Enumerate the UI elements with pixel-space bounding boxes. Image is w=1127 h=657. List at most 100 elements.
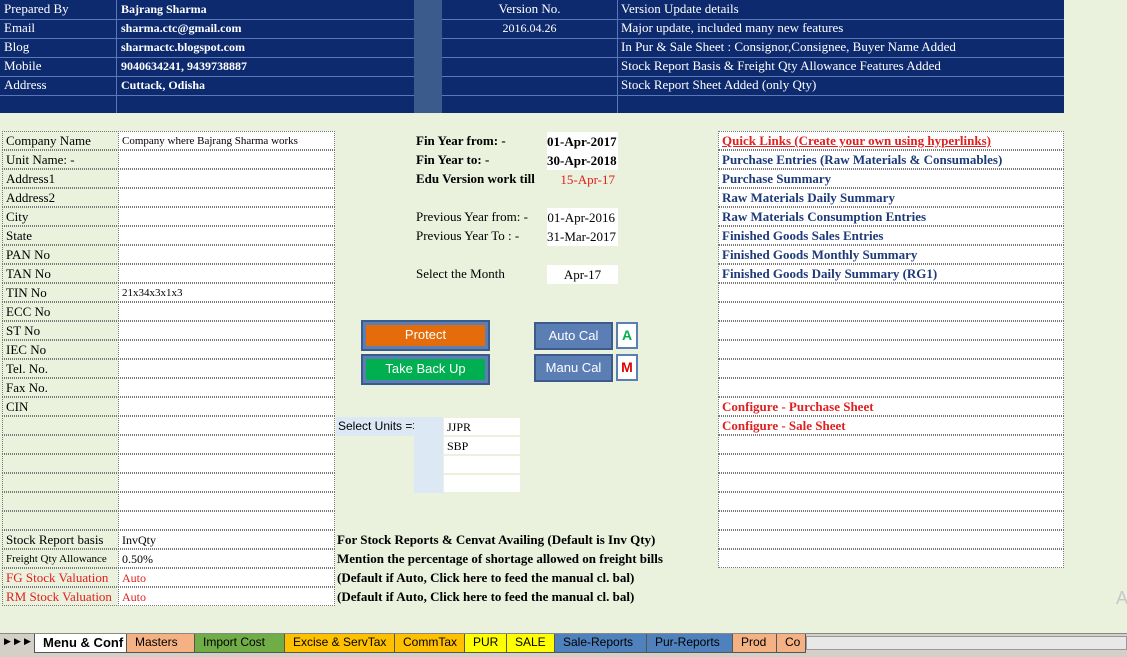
setting-note[interactable]: (Default if Auto, Click here to feed the… [337,587,634,606]
quick-link[interactable]: Raw Materials Daily Summary [718,188,1064,207]
company-field-label: ST No [2,321,119,340]
quick-link-empty[interactable] [718,511,1064,530]
auto-cal-button[interactable]: Auto Cal [534,322,613,350]
horizontal-scrollbar[interactable] [806,636,1127,650]
company-field-input[interactable] [118,397,335,416]
empty-input-cell[interactable] [118,473,335,492]
sheet-tab[interactable]: Prod [732,634,778,653]
company-field-input[interactable] [118,359,335,378]
empty-input-cell[interactable] [118,511,335,530]
header-field-value: Bajrang Sharma [121,2,207,16]
header-field-label: Blog [4,39,30,54]
setting-value[interactable]: 0.50% [118,549,335,568]
empty-label-cell [2,492,119,511]
quick-link[interactable]: Purchase Summary [718,169,1064,188]
setting-note[interactable]: (Default if Auto, Click here to feed the… [337,568,634,587]
setting-label: Stock Report basis [2,530,119,549]
sheet-tab[interactable]: Masters [126,634,196,653]
quick-link-empty[interactable] [718,340,1064,359]
company-field-label: Fax No. [2,378,119,397]
fin-year-to-value[interactable]: 30-Apr-2018 [547,151,618,170]
quick-link-empty[interactable] [718,492,1064,511]
sheet-tab[interactable]: Import Cost [194,634,286,653]
tab-menu-conf-active[interactable]: Menu & Conf [34,634,128,653]
sheet-tab[interactable]: Co [776,634,806,653]
update-line: Stock Report Sheet Added (only Qty) [621,77,817,92]
fin-year-from-value[interactable]: 01-Apr-2017 [547,132,618,151]
update-line: Major update, included many new features [621,20,844,35]
empty-label-cell [2,435,119,454]
quick-link-empty[interactable] [718,530,1064,549]
setting-value[interactable]: InvQty [118,530,335,549]
auto-indicator: A [616,322,638,349]
quick-link[interactable]: Finished Goods Monthly Summary [718,245,1064,264]
protect-button[interactable]: Protect [361,320,490,351]
quick-link-empty[interactable] [718,302,1064,321]
manu-cal-button[interactable]: Manu Cal [534,354,613,382]
company-field-input[interactable] [118,226,335,245]
setting-value[interactable]: Auto [118,587,335,606]
sheet-tab[interactable]: CommTax [394,634,466,653]
sheet-tab[interactable]: SALE [506,634,556,653]
unit-option[interactable] [443,474,521,493]
configure-link[interactable]: Configure - Purchase Sheet [718,397,1064,416]
quick-link-empty[interactable] [718,321,1064,340]
quick-links-title[interactable]: Quick Links (Create your own using hyper… [718,131,1064,150]
header-banner: Prepared By Bajrang Sharma Email sharma.ctc… [0,0,1064,113]
company-field-input[interactable] [118,264,335,283]
setting-value[interactable]: Auto [118,568,335,587]
company-field-label: IEC No [2,340,119,359]
fin-year-from-label: Fin Year from: - [416,133,506,148]
quick-link-empty[interactable] [718,378,1064,397]
prev-sheet-icon[interactable]: ▶ [14,637,21,647]
quick-link-empty[interactable] [718,435,1064,454]
empty-input-cell[interactable] [118,492,335,511]
unit-option[interactable]: JJPR [443,417,521,436]
setting-note: For Stock Reports & Cenvat Availing (Def… [337,532,656,547]
company-field-input[interactable] [118,207,335,226]
quick-link-empty[interactable] [718,283,1064,302]
sheet-tab[interactable]: Pur-Reports [646,634,734,653]
company-field-input[interactable] [118,169,335,188]
next-sheet-icon[interactable]: ▶ [24,637,31,647]
company-field-input[interactable] [118,188,335,207]
quick-link-empty[interactable] [718,473,1064,492]
sheet-tab[interactable]: Sale-Reports [554,634,648,653]
configure-link[interactable]: Configure - Sale Sheet [718,416,1064,435]
company-field-input[interactable] [118,302,335,321]
quick-link-empty[interactable] [718,549,1064,568]
company-field-input[interactable] [118,245,335,264]
sheet-tab[interactable]: Excise & ServTax [284,634,396,653]
company-field-input[interactable]: Company where Bajrang Sharma works [118,131,335,150]
quick-link[interactable]: Finished Goods Daily Summary (RG1) [718,264,1064,283]
auto-cal-button-label: Auto Cal [548,328,599,343]
prev-year-to-value: 31-Mar-2017 [547,227,618,246]
company-field-input[interactable] [118,378,335,397]
quick-link[interactable]: Purchase Entries (Raw Materials & Consum… [718,150,1064,169]
manu-cal-button-label: Manu Cal [545,360,602,375]
company-field-input[interactable] [118,321,335,340]
setting-label: Freight Qty Allowance [2,549,119,568]
company-field-label: CIN [2,397,119,416]
sheet-tab[interactable]: PUR [464,634,508,653]
header-field-label: Email [4,20,36,35]
first-sheet-icon[interactable]: ▶ [4,637,11,647]
company-field-input[interactable] [118,150,335,169]
header-row-line [0,76,1064,77]
unit-option[interactable]: SBP [443,436,521,455]
quick-link[interactable]: Finished Goods Sales Entries [718,226,1064,245]
company-field-input[interactable]: 21x34x3x1x3 [118,283,335,302]
empty-input-cell[interactable] [118,454,335,473]
company-field-input[interactable] [118,340,335,359]
unit-option[interactable] [443,455,521,474]
quick-link[interactable]: Raw Materials Consumption Entries [718,207,1064,226]
empty-input-cell[interactable] [118,435,335,454]
edu-version-label: Edu Version work till [416,171,535,186]
take-backup-button[interactable]: Take Back Up [361,354,490,385]
quick-link-empty[interactable] [718,454,1064,473]
empty-input-cell[interactable] [118,416,335,435]
select-month-label: Select the Month [416,266,505,281]
select-month-value[interactable]: Apr-17 [547,265,618,284]
quick-link-empty[interactable] [718,359,1064,378]
setting-label: FG Stock Valuation [2,568,119,587]
